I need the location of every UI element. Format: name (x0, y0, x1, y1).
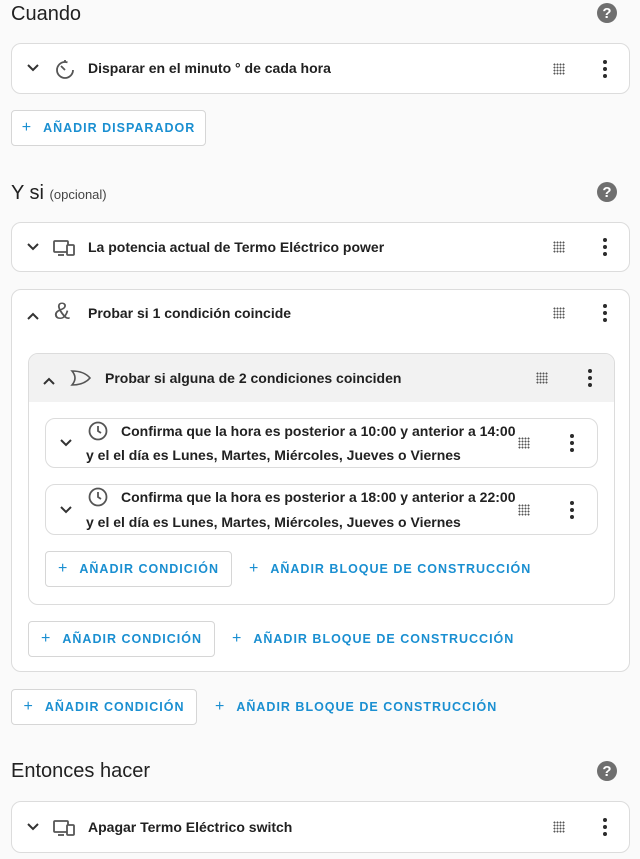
more-menu-icon[interactable] (601, 818, 609, 836)
more-menu-icon[interactable] (568, 434, 576, 452)
add-building-block-button[interactable]: + AÑADIR BLOQUE DE CONSTRUCCIÓN (249, 560, 531, 578)
time-condition-line1: Confirma que la hora es posterior a 18:0… (121, 489, 516, 505)
drag-handle-icon[interactable] (536, 372, 548, 384)
help-icon[interactable]: ? (597, 182, 617, 202)
expand-chevron-icon[interactable] (26, 239, 40, 255)
time-condition-card[interactable]: Confirma que la hora es posterior a 18:0… (45, 484, 598, 535)
device-condition-card[interactable]: La potencia actual de Termo Eléctrico po… (11, 222, 630, 272)
more-menu-icon[interactable] (601, 60, 609, 78)
timer-outline-icon (54, 58, 76, 80)
drag-handle-icon[interactable] (518, 504, 530, 516)
help-icon[interactable]: ? (597, 761, 617, 781)
plus-icon: + (249, 560, 259, 577)
more-menu-icon[interactable] (586, 369, 594, 387)
time-condition-line1: Confirma que la hora es posterior a 10:0… (121, 423, 516, 439)
time-condition-line2: y el el día es Lunes, Martes, Miércoles,… (86, 447, 461, 463)
add-trigger-button[interactable]: + AÑADIR DISPARADOR (11, 110, 206, 146)
more-menu-icon[interactable] (568, 501, 576, 519)
trigger-card[interactable]: Disparar en el minuto ° de cada hora (11, 43, 630, 94)
action-card[interactable]: Apagar Termo Eléctrico switch (11, 801, 630, 853)
plus-icon: + (215, 698, 225, 715)
or-block-label: Probar si alguna de 2 condiciones coinci… (105, 370, 402, 386)
clock-icon (87, 486, 109, 508)
expand-chevron-icon[interactable] (59, 435, 73, 451)
collapse-chevron-icon[interactable] (42, 373, 56, 389)
time-condition-line2: y el el día es Lunes, Martes, Miércoles,… (86, 514, 461, 530)
gate-or-icon (69, 368, 93, 388)
plus-icon: + (41, 630, 51, 647)
expand-chevron-icon[interactable] (59, 502, 73, 518)
add-condition-button[interactable]: + AÑADIR CONDICIÓN (45, 551, 232, 587)
drag-handle-icon[interactable] (553, 63, 565, 75)
trigger-label: Disparar en el minuto ° de cada hora (88, 60, 331, 76)
and-block-label: Probar si 1 condición coincide (88, 305, 292, 321)
add-building-block-label: AÑADIR BLOQUE DE CONSTRUCCIÓN (270, 562, 532, 576)
devices-icon (52, 238, 76, 258)
add-condition-label: AÑADIR CONDICIÓN (62, 632, 202, 646)
help-icon[interactable]: ? (597, 3, 617, 23)
drag-handle-icon[interactable] (518, 437, 530, 449)
device-condition-label: La potencia actual de Termo Eléctrico po… (88, 239, 385, 255)
expand-chevron-icon[interactable] (26, 819, 40, 835)
add-building-block-button[interactable]: + AÑADIR BLOQUE DE CONSTRUCCIÓN (215, 698, 497, 716)
action-label: Apagar Termo Eléctrico switch (88, 819, 293, 835)
drag-handle-icon[interactable] (553, 821, 565, 833)
drag-handle-icon[interactable] (553, 241, 565, 253)
clock-icon (87, 420, 109, 442)
collapse-chevron-icon[interactable] (26, 308, 40, 324)
add-condition-button[interactable]: + AÑADIR CONDICIÓN (28, 621, 215, 657)
add-building-block-button[interactable]: + AÑADIR BLOQUE DE CONSTRUCCIÓN (232, 630, 514, 648)
expand-chevron-icon[interactable] (26, 60, 40, 76)
help-glyph: ? (602, 762, 612, 780)
then-section-title: Entonces hacer (11, 760, 150, 782)
or-block-card: Probar si alguna de 2 condiciones coinci… (28, 353, 615, 605)
time-condition-card[interactable]: Confirma que la hora es posterior a 10:0… (45, 418, 598, 468)
more-menu-icon[interactable] (601, 238, 609, 256)
if-section-title: Y si (opcional) (11, 182, 107, 205)
add-condition-button[interactable]: + AÑADIR CONDICIÓN (11, 689, 197, 725)
add-building-block-label: AÑADIR BLOQUE DE CONSTRUCCIÓN (236, 700, 498, 714)
plus-icon: + (232, 630, 242, 647)
plus-icon: + (23, 698, 33, 715)
add-building-block-label: AÑADIR BLOQUE DE CONSTRUCCIÓN (253, 632, 515, 646)
drag-handle-icon[interactable] (553, 307, 565, 319)
help-glyph: ? (602, 4, 612, 22)
optional-label: (opcional) (49, 187, 107, 202)
add-condition-label: AÑADIR CONDICIÓN (79, 562, 219, 576)
more-menu-icon[interactable] (601, 304, 609, 322)
plus-icon: + (58, 560, 68, 577)
ampersand-icon: & (54, 298, 71, 325)
plus-icon: + (21, 119, 32, 136)
add-condition-label: AÑADIR CONDICIÓN (44, 700, 185, 714)
add-trigger-label: AÑADIR DISPARADOR (43, 121, 196, 135)
if-title-text: Y si (11, 182, 44, 204)
and-block-card: & Probar si 1 condición coincide Probar … (11, 289, 630, 672)
when-section-title: Cuando (11, 3, 82, 25)
devices-icon (52, 818, 76, 838)
help-glyph: ? (602, 183, 612, 201)
